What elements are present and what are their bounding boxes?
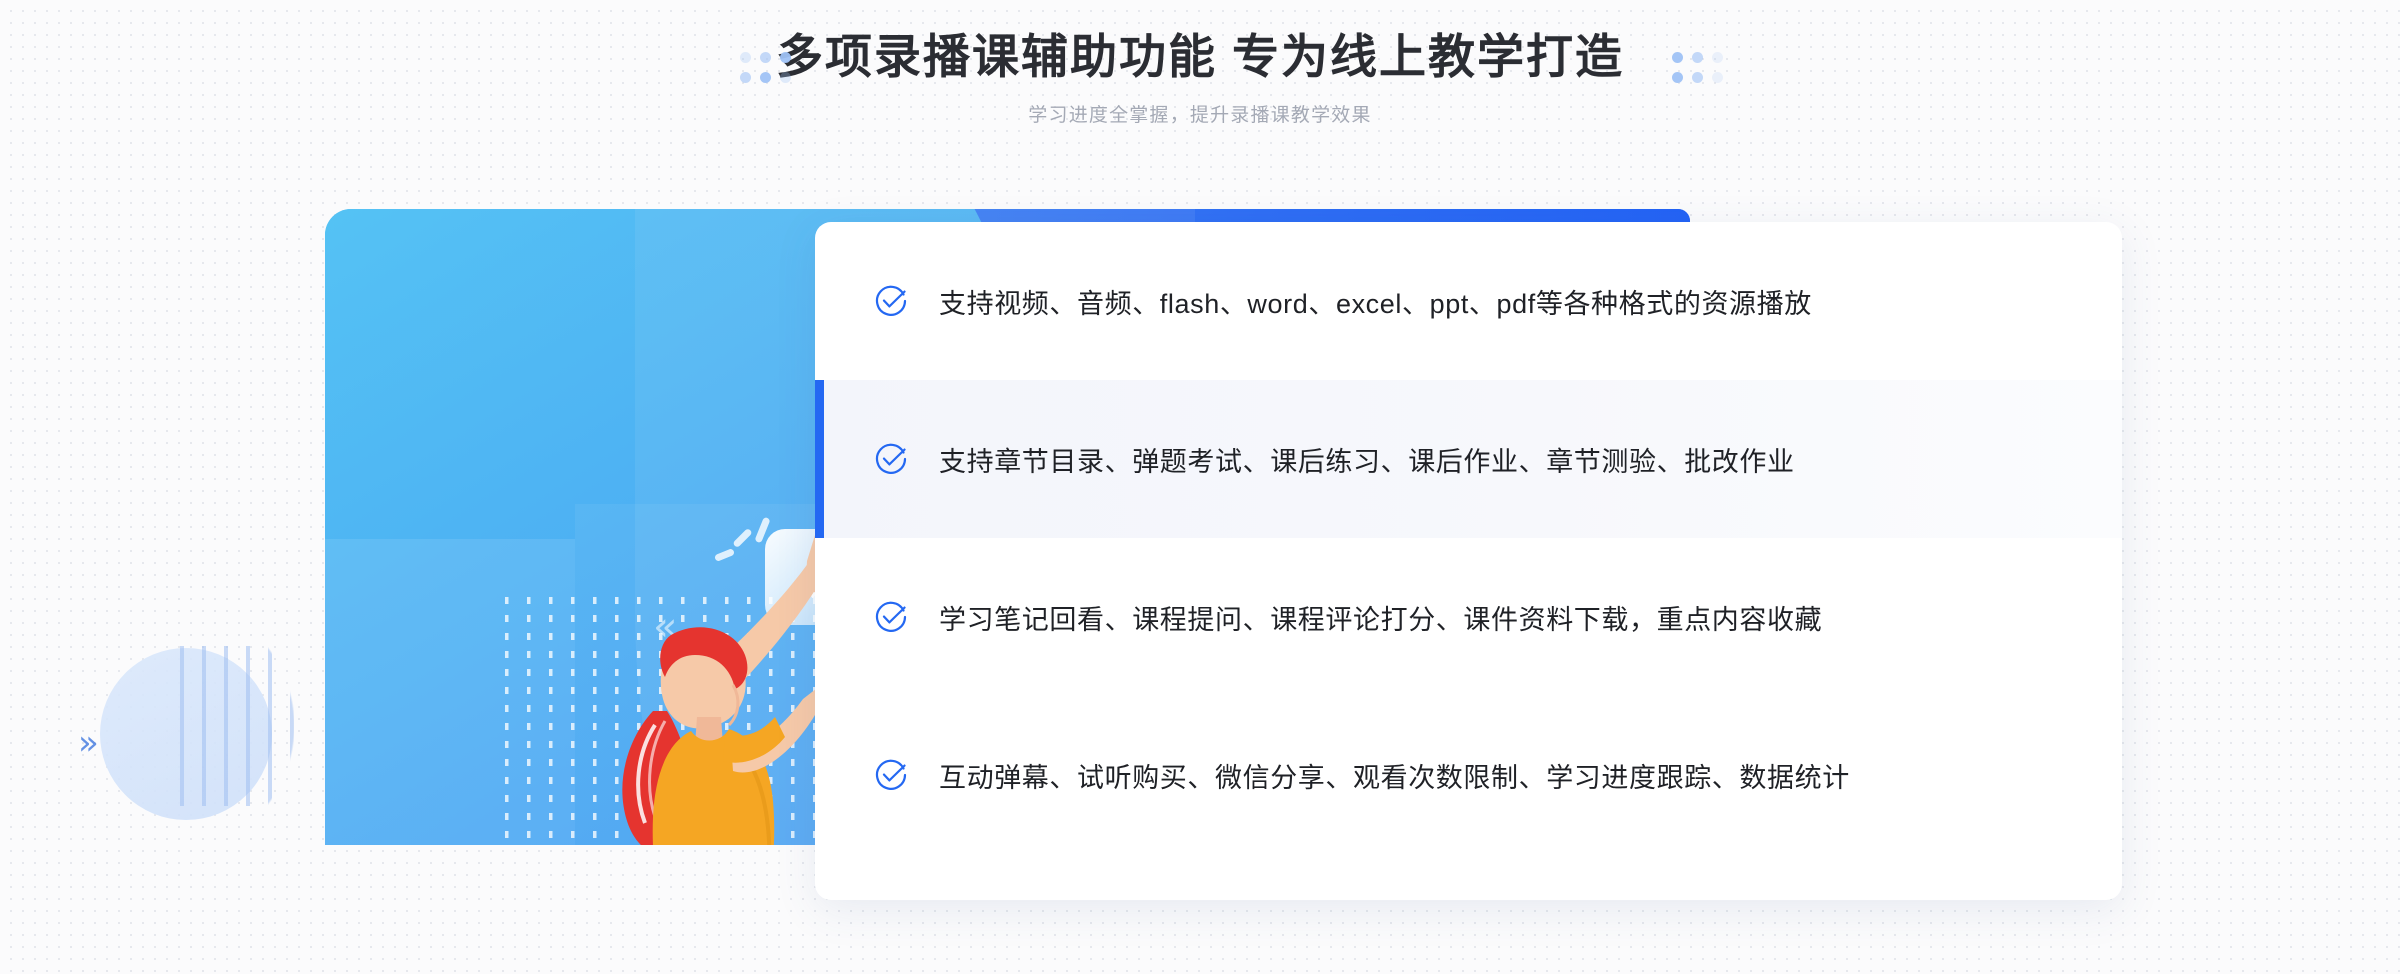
decorative-circle-ticks	[180, 646, 330, 806]
check-circle-icon	[875, 601, 907, 632]
feature-text: 学习笔记回看、课程提问、课程评论打分、课件资料下载，重点内容收藏	[939, 604, 1823, 635]
check-circle-icon	[875, 285, 907, 316]
page-subtitle: 学习进度全掌握，提升录播课教学效果	[1028, 105, 1372, 127]
feature-card: 支持视频、音频、flash、word、excel、ppt、pdf等各种格式的资源…	[815, 222, 2122, 900]
feature-row-notes-and-materials[interactable]: 学习笔记回看、课程提问、课程评论打分、课件资料下载，重点内容收藏	[815, 538, 2122, 696]
feature-text: 支持视频、音频、flash、word、excel、ppt、pdf等各种格式的资源…	[939, 288, 1812, 319]
feature-list: 支持视频、音频、flash、word、excel、ppt、pdf等各种格式的资源…	[815, 222, 2122, 900]
feature-row-chapters-and-exams[interactable]: 支持章节目录、弹题考试、课后练习、课后作业、章节测验、批改作业	[815, 380, 2122, 538]
feature-text: 互动弹幕、试听购买、微信分享、观看次数限制、学习进度跟踪、数据统计	[939, 762, 1850, 793]
page-title: 多项录播课辅助功能 专为线上教学打造	[775, 30, 1625, 83]
check-circle-icon	[875, 443, 907, 474]
chevron-right-double-icon: »	[78, 723, 99, 763]
dot-cluster-left-ornament	[740, 52, 791, 83]
feature-text: 支持章节目录、弹题考试、课后练习、课后作业、章节测验、批改作业	[939, 446, 1795, 477]
header: 多项录播课辅助功能 专为线上教学打造 学习进度全掌握，提升录播课教学效果	[0, 0, 2400, 178]
feature-row-interaction-stats[interactable]: 互动弹幕、试听购买、微信分享、观看次数限制、学习进度跟踪、数据统计	[815, 696, 2122, 854]
feature-row-resource-playback[interactable]: 支持视频、音频、flash、word、excel、ppt、pdf等各种格式的资源…	[815, 222, 2122, 380]
dot-cluster-right-ornament	[1672, 52, 1723, 83]
check-circle-icon	[875, 759, 907, 790]
